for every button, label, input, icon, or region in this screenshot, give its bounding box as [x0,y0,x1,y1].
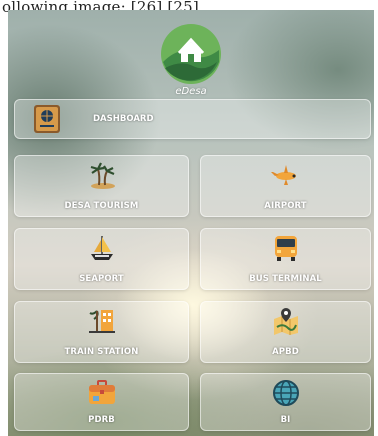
train-station-icon [88,310,115,333]
dashboard-label: DASHBOARD [93,114,154,124]
passport-icon [34,105,60,133]
briefcase-icon [88,380,115,404]
map-location-icon [273,308,298,335]
sailboat-icon [90,236,113,260]
airplane-icon [270,165,296,185]
desa-tourism-button[interactable]: DESA TOURISM [14,155,189,217]
train-station-button[interactable]: TRAIN STATION [14,301,189,363]
pdrb-button[interactable]: PDRB [14,373,189,431]
pdrb-label: PDRB [88,415,115,425]
seaport-button[interactable]: SEAPORT [14,228,189,290]
bus-terminal-button[interactable]: BUS TERMINAL [200,228,371,290]
globe-icon [272,380,299,406]
bi-button[interactable]: BI [200,373,371,431]
bus-terminal-label: BUS TERMINAL [249,274,322,284]
desa-tourism-label: DESA TOURISM [64,201,139,211]
dashboard-button[interactable]: DASHBOARD [14,99,371,139]
seaport-label: SEAPORT [79,274,124,284]
app-screen: eDesa DASHBOARD DESA TOURISM AIRPORT SEA… [8,10,374,436]
airport-button[interactable]: AIRPORT [200,155,371,217]
apbd-label: APBD [272,347,299,357]
airport-label: AIRPORT [264,201,307,211]
bus-icon [274,236,297,261]
train-station-label: TRAIN STATION [64,347,139,357]
bi-label: BI [280,415,291,425]
apbd-button[interactable]: APBD [200,301,371,363]
app-name: eDesa [175,86,207,97]
edesa-logo-icon [161,24,221,84]
palm-island-icon [90,162,115,189]
